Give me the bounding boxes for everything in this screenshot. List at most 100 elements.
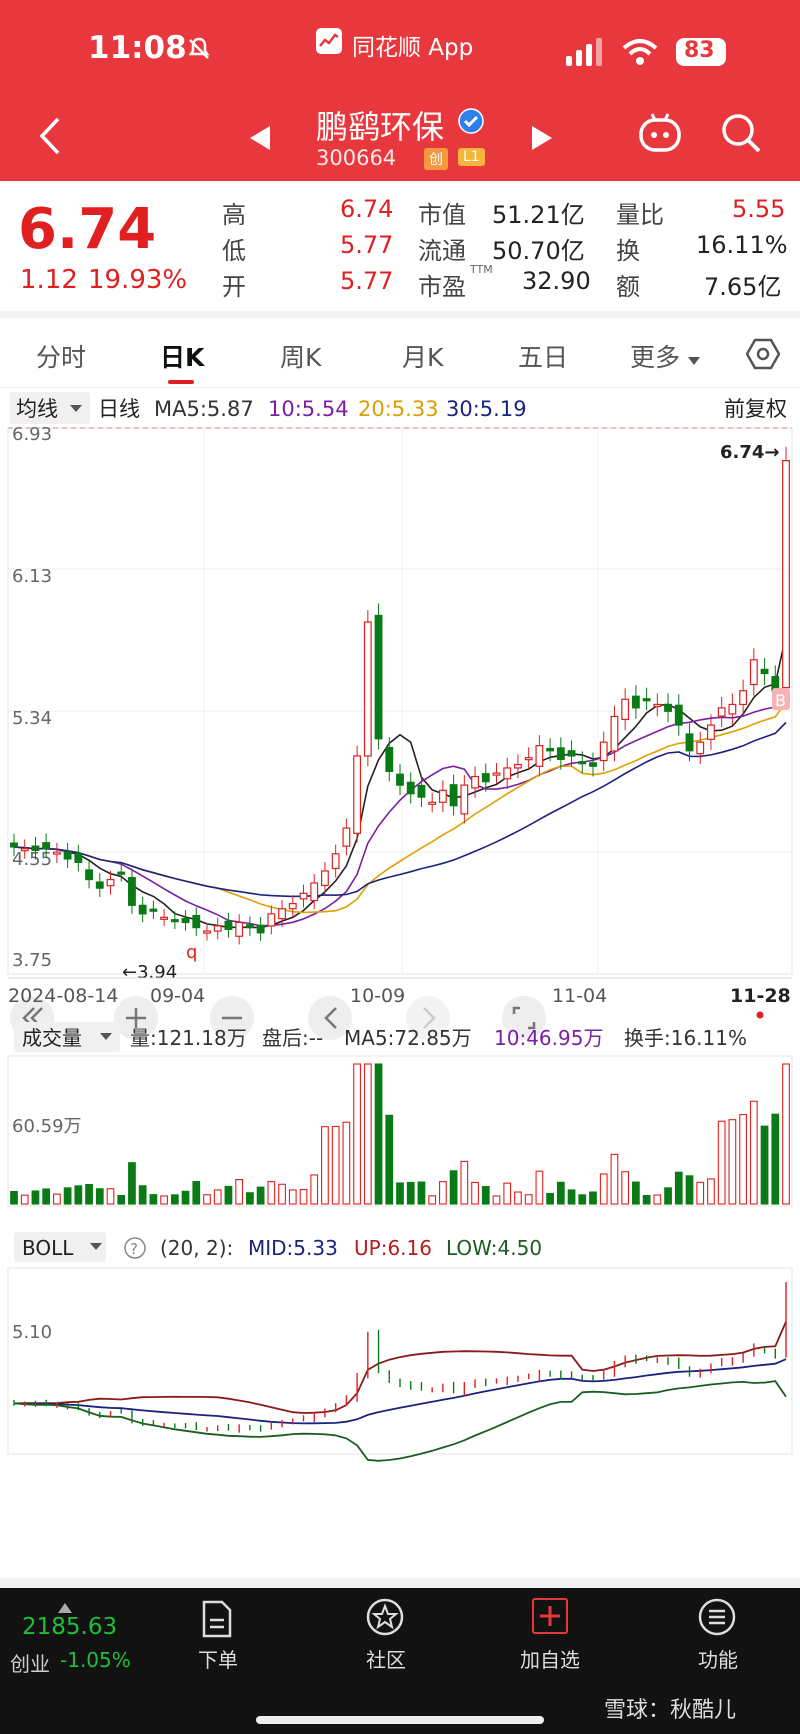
volume-bar bbox=[782, 1063, 790, 1205]
candle bbox=[256, 924, 265, 934]
date-label: 09-04 bbox=[150, 985, 205, 1007]
ma-dropdown[interactable]: 均线 bbox=[16, 397, 58, 421]
community-icon[interactable] bbox=[366, 1598, 404, 1640]
volume-bar bbox=[42, 1188, 51, 1205]
volume-bar bbox=[610, 1153, 619, 1205]
candle bbox=[20, 848, 29, 852]
volume-bar bbox=[363, 1063, 372, 1205]
period-label: 日线 bbox=[98, 397, 140, 421]
tab-daily-k[interactable]: 日K bbox=[160, 338, 204, 374]
volume-bar bbox=[642, 1195, 651, 1205]
volume-bar bbox=[760, 1125, 769, 1205]
volume-turnover: 换手:16.11% bbox=[624, 1026, 747, 1050]
volume-bar bbox=[439, 1181, 447, 1205]
candle bbox=[589, 762, 597, 767]
add-watchlist-icon[interactable] bbox=[532, 1598, 568, 1634]
candle bbox=[385, 746, 394, 772]
candle bbox=[503, 767, 512, 780]
volume-bar bbox=[428, 1195, 437, 1205]
candle bbox=[278, 908, 286, 920]
settings-hexagon-icon[interactable] bbox=[745, 338, 781, 374]
tab-monthly-k[interactable]: 月K bbox=[402, 338, 443, 374]
quote-summary: 6.74 1.12 19.93% 高 6.74 市值 51.21亿 量比 5.5… bbox=[0, 181, 800, 311]
volume-bar bbox=[460, 1160, 469, 1205]
search-icon[interactable] bbox=[720, 112, 762, 158]
nav-add-watchlist[interactable]: 加自选 bbox=[490, 1644, 610, 1673]
home-indicator bbox=[256, 1716, 544, 1724]
order-icon[interactable] bbox=[200, 1600, 234, 1642]
menu-icon[interactable] bbox=[698, 1598, 736, 1640]
ma20-value: 20:5.33 bbox=[358, 397, 439, 421]
nav-order[interactable]: 下单 bbox=[158, 1644, 278, 1673]
volume-bar bbox=[267, 1181, 276, 1205]
volume-bar bbox=[546, 1192, 554, 1205]
high-label: 高 bbox=[222, 201, 246, 229]
buy-marker: B bbox=[775, 691, 786, 710]
volume-bar bbox=[589, 1191, 597, 1205]
board-tag: 创 bbox=[424, 148, 448, 170]
candle bbox=[245, 924, 254, 929]
battery-level: 83 bbox=[684, 38, 715, 63]
tab-five-day[interactable]: 五日 bbox=[518, 338, 568, 374]
mute-bell-icon bbox=[186, 36, 212, 66]
candle bbox=[685, 733, 694, 752]
volume-bar bbox=[74, 1185, 83, 1205]
candle bbox=[664, 703, 672, 712]
candle bbox=[42, 842, 51, 850]
candle bbox=[492, 772, 501, 776]
boll-low: LOW:4.50 bbox=[446, 1236, 542, 1260]
mktcap-label: 市值 bbox=[418, 201, 466, 229]
boll-lower-line bbox=[13, 1380, 787, 1462]
kline-chart-svg[interactable]: 均线 日线 MA5:5.87 10:5.54 20:5.33 30:5.19 前… bbox=[0, 388, 800, 1578]
volume-bar bbox=[632, 1181, 640, 1205]
volume-bar bbox=[85, 1184, 93, 1205]
volume-bar bbox=[106, 1188, 115, 1205]
nav-community[interactable]: 社区 bbox=[326, 1644, 446, 1673]
stock-code: 300664 bbox=[316, 146, 397, 170]
tab-intraday[interactable]: 分时 bbox=[36, 338, 86, 374]
boll-dropdown[interactable]: BOLL bbox=[22, 1236, 74, 1260]
candle bbox=[438, 789, 447, 803]
index-value[interactable]: 2185.63 bbox=[22, 1614, 117, 1640]
volume-bar bbox=[674, 1171, 683, 1205]
robot-assistant-icon[interactable] bbox=[638, 112, 682, 158]
float-value: 50.70亿 bbox=[492, 237, 585, 265]
candle bbox=[138, 904, 147, 915]
candle bbox=[556, 747, 565, 760]
candle bbox=[696, 741, 705, 755]
boll-mid: MID:5.33 bbox=[248, 1236, 338, 1260]
back-icon[interactable] bbox=[38, 116, 62, 160]
adjust-mode[interactable]: 前复权 bbox=[724, 397, 787, 421]
prev-stock-icon[interactable] bbox=[250, 126, 270, 154]
price-change: 1.12 bbox=[20, 265, 78, 295]
volume-dropdown[interactable]: 成交量 bbox=[22, 1026, 82, 1050]
candle bbox=[524, 757, 533, 761]
nav-functions[interactable]: 功能 bbox=[658, 1644, 778, 1673]
date-label: 11-04 bbox=[552, 985, 607, 1007]
tab-weekly-k[interactable]: 周K bbox=[280, 338, 321, 374]
mktcap-value: 51.21亿 bbox=[492, 201, 585, 229]
volume-bars-group bbox=[10, 1063, 790, 1205]
volume-bar bbox=[535, 1170, 544, 1205]
volume-bar bbox=[213, 1189, 222, 1205]
volume-bar bbox=[396, 1182, 404, 1205]
volume-bar bbox=[53, 1193, 61, 1205]
tab-more[interactable]: 更多 bbox=[630, 338, 680, 374]
y-label: 5.34 bbox=[12, 708, 52, 729]
volume-bar bbox=[331, 1125, 340, 1205]
candle bbox=[117, 871, 126, 875]
ma30-line bbox=[13, 721, 787, 898]
wifi-icon bbox=[622, 38, 658, 70]
candle bbox=[331, 853, 340, 870]
q-marker: q bbox=[186, 942, 197, 963]
volume-bar bbox=[503, 1182, 512, 1205]
verified-icon bbox=[458, 108, 484, 138]
candle bbox=[449, 784, 458, 807]
stock-header: 鹏鹞环保 300664 创 L1 bbox=[0, 86, 800, 181]
next-stock-icon[interactable] bbox=[532, 126, 552, 154]
candle bbox=[717, 707, 726, 717]
candle bbox=[181, 917, 190, 924]
candle bbox=[85, 869, 93, 881]
y-label: 3.75 bbox=[12, 950, 52, 971]
candle bbox=[353, 755, 362, 834]
